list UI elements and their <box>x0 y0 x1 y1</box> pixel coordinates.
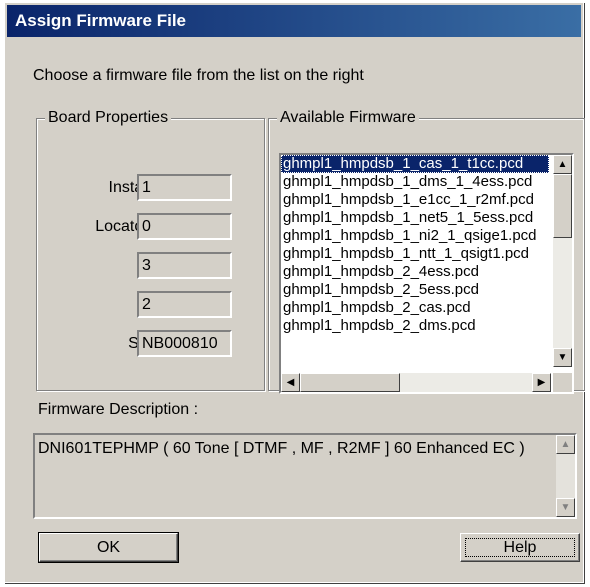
firmware-list-item[interactable]: ghmpl1_hmpdsb_1_net5_1_5ess.pcd <box>281 209 549 227</box>
scroll-up-arrow-icon[interactable]: ▲ <box>556 435 575 454</box>
slot-row: Slot 2 <box>37 291 267 321</box>
ok-button[interactable]: OK <box>38 532 179 563</box>
help-button[interactable]: Help <box>460 533 580 562</box>
firmware-list-item[interactable]: ghmpl1_hmpdsb_1_ni2_1_qsige1.pcd <box>281 227 549 245</box>
firmware-list-item[interactable]: ghmpl1_hmpdsb_1_ntt_1_qsigt1.pcd <box>281 245 549 263</box>
horizontal-scroll-thumb[interactable] <box>300 373 400 392</box>
scroll-up-arrow-icon[interactable]: ▲ <box>553 155 572 174</box>
help-focus-rect <box>465 538 575 557</box>
firmware-vertical-scrollbar[interactable]: ▲ ▼ <box>553 155 572 367</box>
window-title: Assign Firmware File <box>7 5 581 37</box>
instance-row: Instance 1 <box>37 174 267 204</box>
firmware-list-item-selected[interactable]: ghmpl1_hmpdsb_1_cas_1_t1cc.pcd <box>281 155 549 173</box>
scroll-down-arrow-icon[interactable]: ▼ <box>553 348 572 367</box>
bus-row: Bus 3 <box>37 252 267 282</box>
firmware-description-text: DNI601TEPHMP ( 60 Tone [ DTMF , MF , R2M… <box>38 440 525 457</box>
assign-firmware-dialog: Assign Firmware File Choose a firmware f… <box>4 2 585 583</box>
scroll-down-arrow-icon[interactable]: ▼ <box>556 498 575 517</box>
firmware-list-item[interactable]: ghmpl1_hmpdsb_1_dms_1_4ess.pcd <box>281 173 549 191</box>
vertical-scroll-thumb[interactable] <box>553 174 572 238</box>
bus-field: 3 <box>137 252 232 279</box>
board-properties-legend: Board Properties <box>45 109 172 127</box>
instruction-text: Choose a firmware file from the list on … <box>33 67 364 84</box>
firmware-horizontal-scrollbar[interactable]: ◀ ▶ <box>281 373 551 392</box>
scrollbar-corner <box>553 373 572 392</box>
slot-field: 2 <box>137 291 232 318</box>
serial-row: Serial NB000810 <box>37 330 267 360</box>
firmware-list-item[interactable]: ghmpl1_hmpdsb_2_4ess.pcd <box>281 263 549 281</box>
firmware-list-item[interactable]: ghmpl1_hmpdsb_2_dms.pcd <box>281 317 549 335</box>
firmware-list-item[interactable]: ghmpl1_hmpdsb_2_cas.pcd <box>281 299 549 317</box>
firmware-list-item[interactable]: ghmpl1_hmpdsb_1_e1cc_1_r2mf.pcd <box>281 191 549 209</box>
instance-field: 1 <box>137 174 232 201</box>
available-firmware-group: Available Firmware ghmpl1_hmpdsb_1_cas_1… <box>268 109 585 394</box>
description-vertical-scrollbar[interactable]: ▲ ▼ <box>556 435 575 517</box>
locator-id-row: Locator ID 0 <box>37 213 267 243</box>
scroll-left-arrow-icon[interactable]: ◀ <box>281 373 300 392</box>
scroll-right-arrow-icon[interactable]: ▶ <box>532 373 551 392</box>
firmware-list-items: ghmpl1_hmpdsb_1_cas_1_t1cc.pcd ghmpl1_hm… <box>281 155 549 362</box>
firmware-list-item[interactable]: ghmpl1_hmpdsb_2_5ess.pcd <box>281 281 549 299</box>
firmware-description-label: Firmware Description : <box>38 401 199 418</box>
serial-field: NB000810 <box>137 330 232 357</box>
available-firmware-legend: Available Firmware <box>277 109 419 127</box>
board-properties-group: Board Properties Instance 1 Locator ID 0… <box>36 109 265 391</box>
locator-id-field: 0 <box>137 213 232 240</box>
firmware-listbox[interactable]: ghmpl1_hmpdsb_1_cas_1_t1cc.pcd ghmpl1_hm… <box>279 153 574 394</box>
firmware-description-box: DNI601TEPHMP ( 60 Tone [ DTMF , MF , R2M… <box>33 433 577 519</box>
